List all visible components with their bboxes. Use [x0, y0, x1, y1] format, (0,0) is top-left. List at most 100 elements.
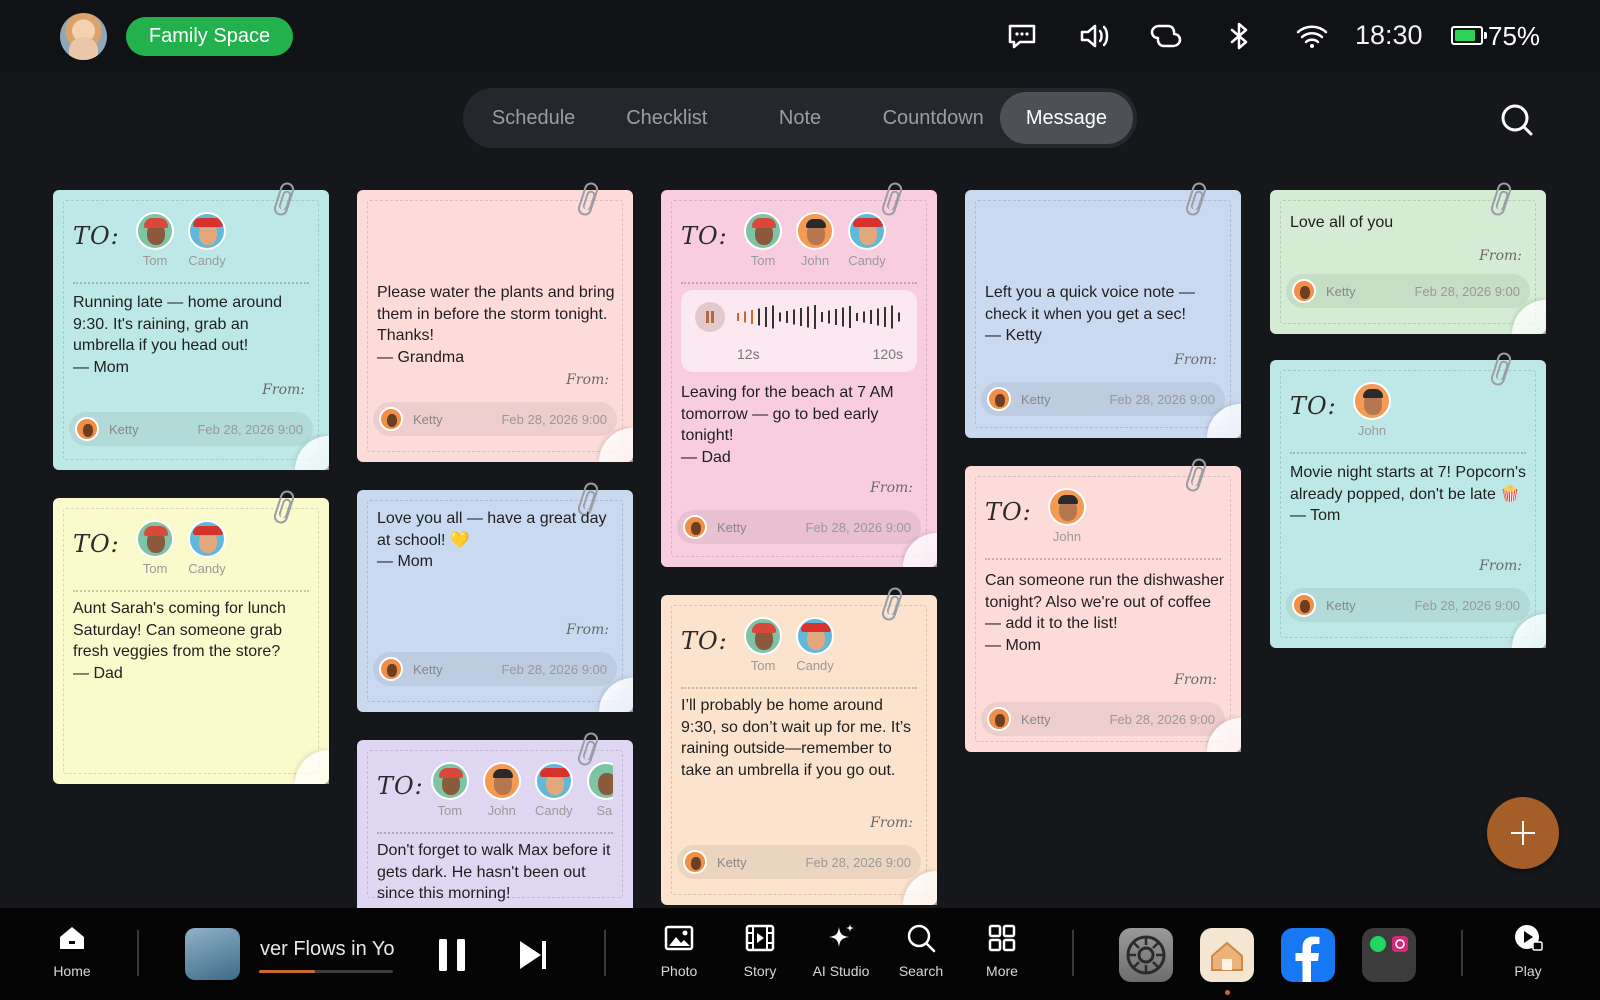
search-icon[interactable] [1499, 102, 1535, 138]
dock-divider [137, 930, 139, 976]
user-avatar[interactable] [60, 13, 107, 60]
sticky-note[interactable]: Love you all — have a great day at schoo… [357, 480, 633, 712]
link-icon[interactable] [1148, 18, 1184, 54]
facebook-icon [1295, 936, 1320, 982]
pause-icon[interactable] [695, 302, 725, 332]
tab-note[interactable]: Note [733, 92, 866, 144]
recipient[interactable]: John [789, 212, 841, 268]
recipient-name: Tom [750, 253, 776, 268]
message-text: Love you all — have a great day at schoo… [377, 510, 607, 570]
search-icon [907, 924, 936, 953]
sticky-note[interactable]: Love all of you From: Ketty Feb 28, 2026 9:… [1270, 180, 1546, 334]
spotify-instagram-icon [1370, 936, 1408, 952]
message-text: Love all of you [1290, 214, 1394, 231]
tab-countdown[interactable]: Countdown [867, 92, 1000, 144]
recipient-list: Tom John Candy Sai [424, 762, 613, 818]
message-icon[interactable] [1004, 18, 1040, 54]
song-title[interactable]: ver Flows in Yo [260, 938, 394, 961]
recipient-name: John [800, 253, 830, 268]
add-message-button[interactable] [1487, 797, 1559, 869]
sticky-note[interactable]: Please water the plants and bring them i… [357, 180, 633, 462]
from-label: From: [566, 372, 609, 388]
sender-avatar [379, 657, 403, 681]
song-progress[interactable] [259, 970, 393, 973]
dock-photo[interactable]: Photo [644, 922, 714, 979]
dock-more[interactable]: More [967, 922, 1037, 979]
recipient[interactable]: Sai [580, 762, 613, 818]
sent-date: Feb 28, 2026 9:00 [1414, 283, 1520, 299]
recipient[interactable]: Candy [841, 212, 893, 268]
recipient-name: John [487, 803, 516, 818]
recipient[interactable]: John [1346, 382, 1398, 438]
recipient[interactable]: Tom [737, 617, 789, 673]
to-row: TO: John [985, 488, 1093, 544]
dock-home[interactable]: Home [37, 922, 107, 979]
sticky-note[interactable]: TO: Tom John Candy Sai Don't forget to walk M… [357, 730, 633, 908]
media-apps-folder[interactable] [1362, 928, 1416, 982]
recipient[interactable]: Candy [789, 617, 841, 673]
from-label: From: [1479, 248, 1522, 264]
sticky-note[interactable]: Left you a quick voice note — check it w… [965, 180, 1241, 438]
recipient[interactable]: John [1041, 488, 1093, 544]
dock-divider [1461, 930, 1463, 976]
recipient-avatar [586, 762, 613, 800]
sender-avatar [1292, 593, 1316, 617]
bluetooth-icon[interactable] [1221, 18, 1257, 54]
sticky-note[interactable]: TO: John Can someone run the dishwasher to… [965, 456, 1241, 752]
recipient-avatar [1353, 382, 1391, 420]
recipient[interactable]: Tom [424, 762, 476, 818]
sender-name: Ketty [1021, 711, 1051, 727]
facebook-app-icon[interactable] [1281, 928, 1335, 982]
dock-photo-label: Photo [660, 963, 698, 979]
recipient-avatar [136, 520, 174, 558]
sticky-note[interactable]: TO: Tom Candy Aunt Sarah's coming for lunch… [53, 488, 329, 784]
sticky-note[interactable]: TO: Tom Candy Running late — home around 9:… [53, 180, 329, 470]
recipient[interactable]: Tom [737, 212, 789, 268]
next-track-icon[interactable] [517, 938, 549, 972]
sticky-note[interactable]: TO: Tom Candy I’ll probably be home around … [661, 585, 937, 905]
recipient-list: Tom John Candy [737, 212, 893, 268]
dock-search[interactable]: Search [886, 922, 956, 979]
sender-name: Ketty [1021, 391, 1051, 407]
recipient-avatar [430, 762, 469, 800]
sender-row: Ketty Feb 28, 2026 9:00 [1286, 274, 1530, 308]
sender-avatar [987, 707, 1011, 731]
album-art[interactable] [185, 928, 240, 980]
recipient-avatar [188, 520, 226, 558]
sender-avatar [683, 515, 707, 539]
tab-checklist[interactable]: Checklist [600, 92, 733, 144]
recipient[interactable]: Candy [181, 212, 233, 268]
family-home-app-icon[interactable] [1200, 928, 1254, 982]
tab-schedule[interactable]: Schedule [467, 92, 600, 144]
to-row: TO: Tom Candy [73, 212, 233, 268]
to-label: TO: [73, 222, 120, 250]
tab-message[interactable]: Message [999, 92, 1134, 144]
sender-name: Ketty [413, 661, 443, 677]
pause-icon[interactable] [436, 936, 468, 974]
settings-app-icon[interactable] [1119, 928, 1173, 982]
dock-story[interactable]: Story [725, 922, 795, 979]
wifi-icon[interactable] [1294, 18, 1330, 54]
sender-name: Ketty [1326, 283, 1356, 299]
family-space-button[interactable]: Family Space [126, 17, 293, 56]
divider [681, 282, 917, 284]
recipient[interactable]: Tom [129, 212, 181, 268]
voice-player[interactable]: 12s 120s [681, 290, 917, 372]
sticky-note[interactable]: TO: John Movie night starts at 7! Popcorn'… [1270, 350, 1546, 648]
dock-ai-studio[interactable]: AI Studio [806, 922, 876, 979]
recipient[interactable]: Candy [528, 762, 580, 818]
message-text: Leaving for the beach at 7 AM tomorrow —… [681, 384, 894, 466]
recipient[interactable]: Candy [181, 520, 233, 576]
dock-play-label: Play [1514, 963, 1542, 979]
sender-row: Ketty Feb 28, 2026 9:00 [677, 510, 921, 544]
dock-search-label: Search [898, 963, 944, 979]
bottom-dock: Home ver Flows in Yo Photo Story AI Stud… [0, 908, 1600, 1000]
message-text: Don't forget to walk Max before it gets … [377, 842, 611, 902]
dock-home-label: Home [53, 963, 91, 979]
to-label: TO: [681, 627, 728, 655]
recipient[interactable]: Tom [129, 520, 181, 576]
recipient[interactable]: John [476, 762, 528, 818]
volume-icon[interactable] [1076, 18, 1112, 54]
dock-play[interactable]: Play [1493, 922, 1563, 979]
sticky-note[interactable]: TO: Tom John Candy 12s 120s Leaving for the be… [661, 180, 937, 567]
